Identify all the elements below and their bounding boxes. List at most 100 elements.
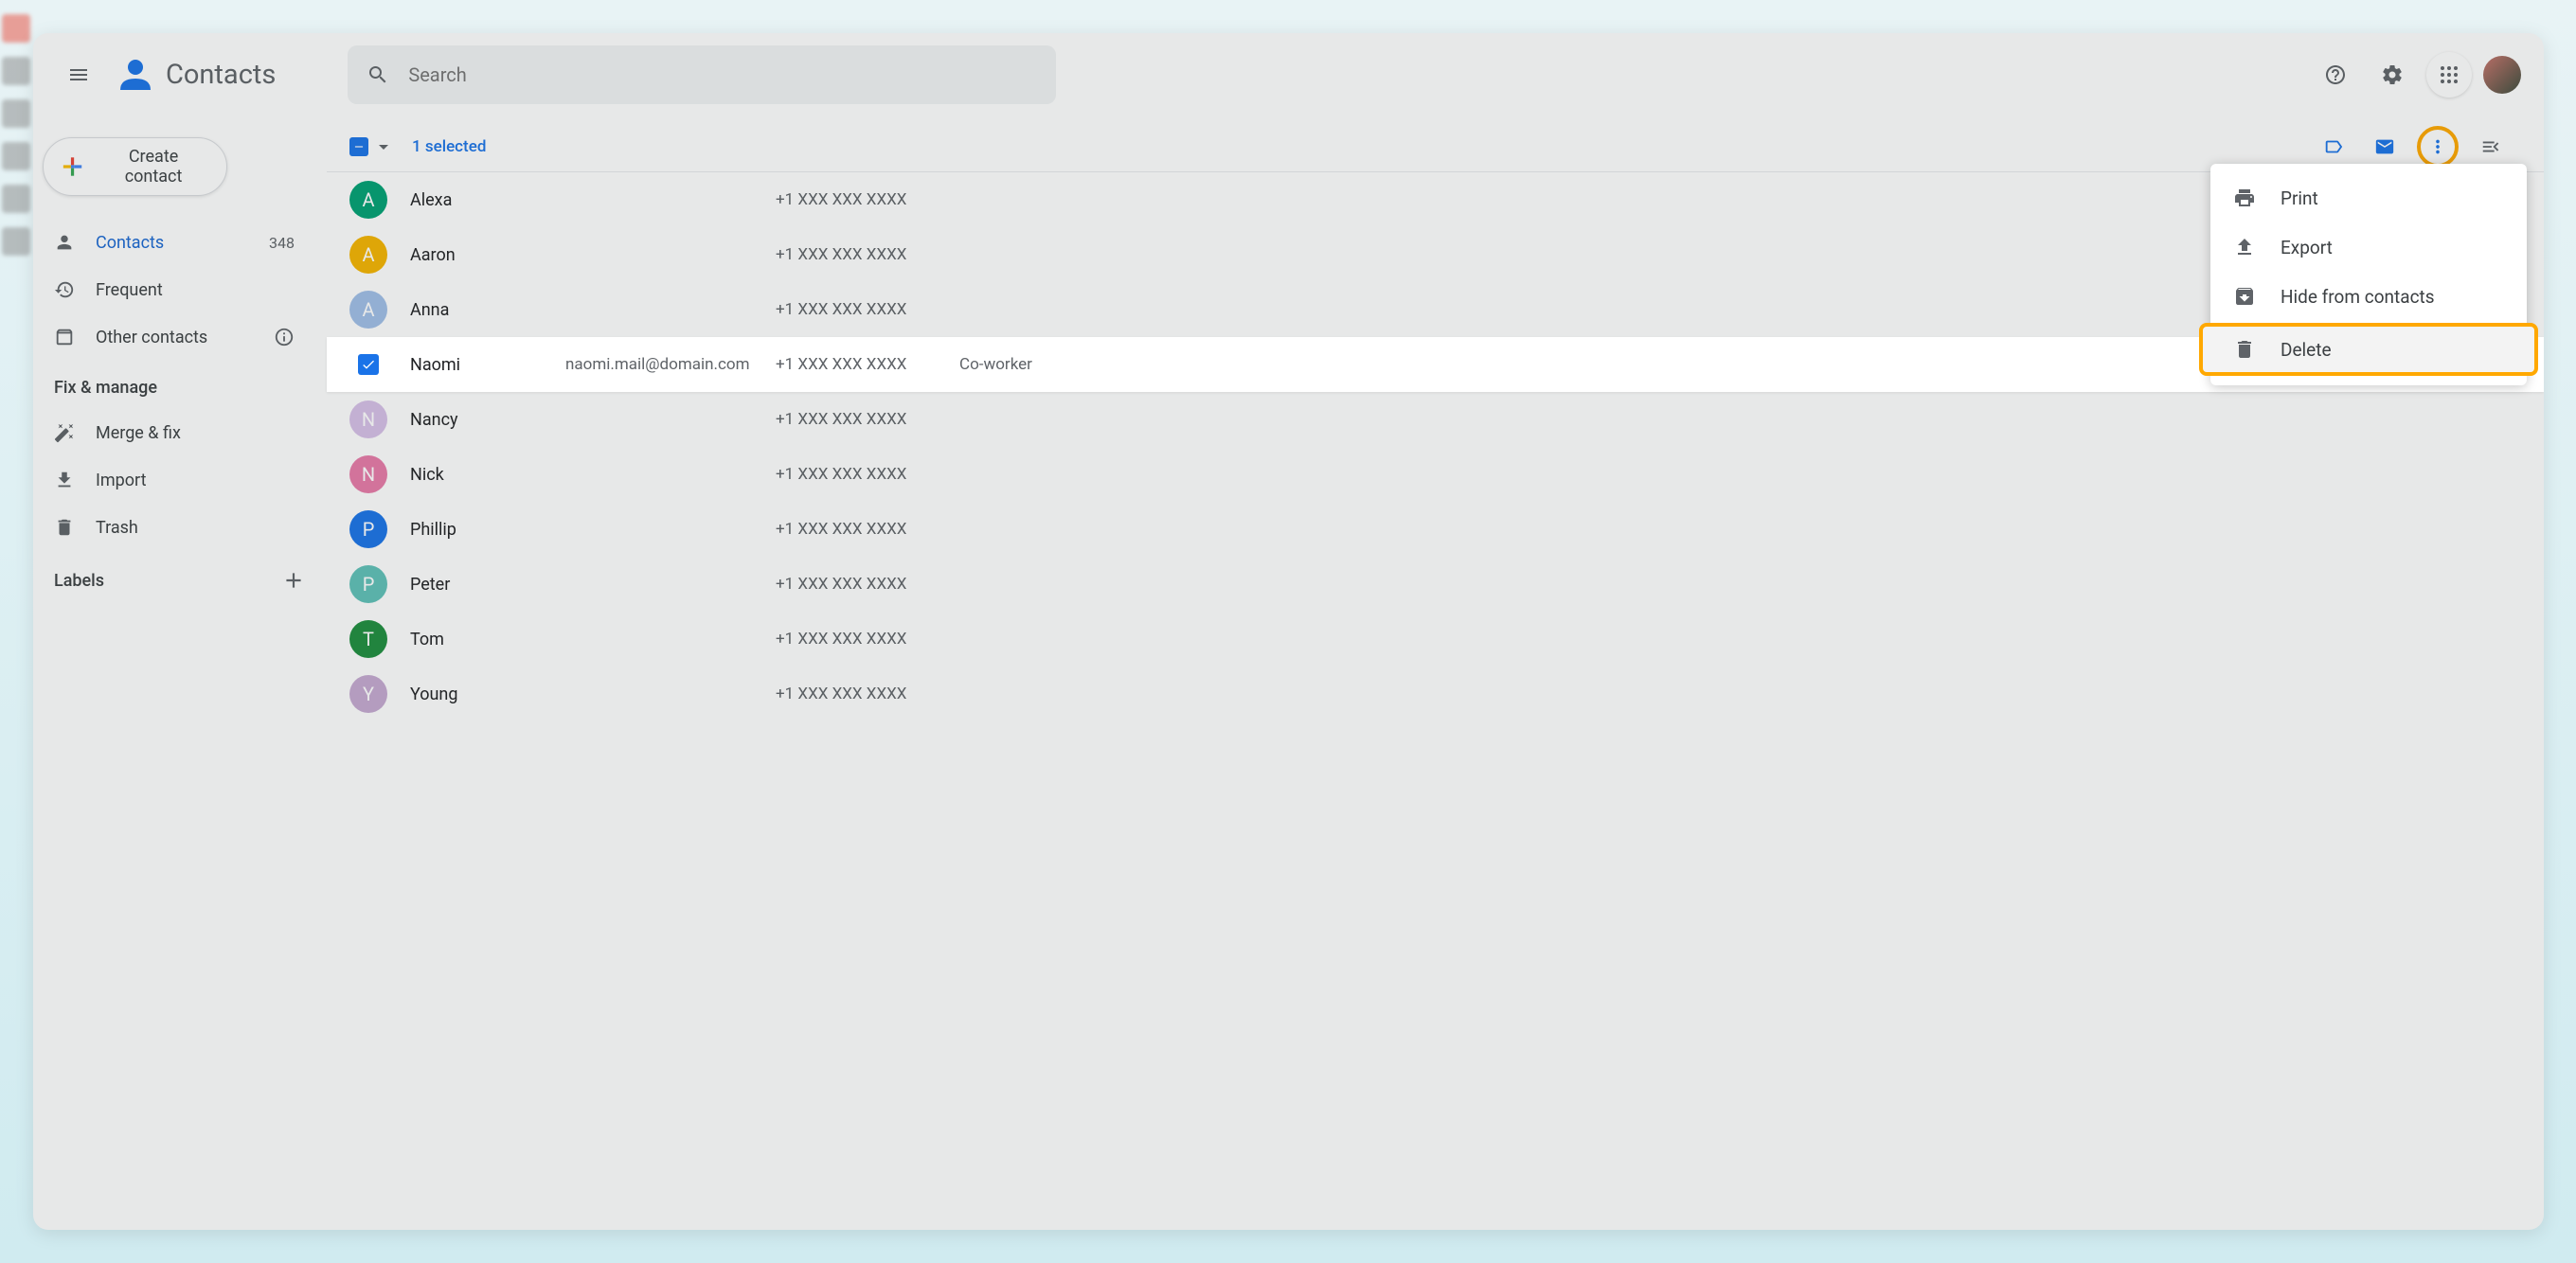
trash-icon bbox=[54, 517, 75, 538]
contact-avatar[interactable]: P bbox=[349, 565, 387, 603]
contact-name: Peter bbox=[410, 575, 543, 595]
contact-row[interactable]: P Phillip +1 XXX XXX XXXX bbox=[327, 502, 2544, 557]
label-icon bbox=[2323, 136, 2344, 157]
toggle-sidepanel-button[interactable] bbox=[2472, 128, 2510, 166]
help-icon bbox=[2324, 63, 2347, 86]
print-icon bbox=[2233, 187, 2256, 209]
contact-phone: +1 XXX XXX XXXX bbox=[776, 190, 937, 209]
app-logo: Contacts bbox=[116, 56, 276, 94]
contact-phone: +1 XXX XXX XXXX bbox=[776, 245, 937, 264]
contact-name: Naomi bbox=[410, 355, 543, 375]
contact-row[interactable]: N Nancy +1 XXX XXX XXXX bbox=[327, 392, 2544, 447]
labels-header-text: Labels bbox=[54, 571, 104, 591]
contact-name: Anna bbox=[410, 300, 543, 320]
sidebar-item-import[interactable]: Import bbox=[33, 456, 315, 504]
contacts-logo-icon bbox=[116, 56, 154, 94]
archive-icon bbox=[54, 327, 75, 347]
contact-name: Phillip bbox=[410, 520, 543, 540]
contact-phone: +1 XXX XXX XXXX bbox=[776, 575, 937, 594]
more-actions-button[interactable] bbox=[2417, 126, 2459, 168]
sidebar: Create contact Contacts 348 Frequent Oth… bbox=[33, 116, 327, 1230]
info-icon[interactable] bbox=[274, 327, 295, 347]
send-email-button[interactable] bbox=[2366, 128, 2404, 166]
check-icon bbox=[361, 357, 376, 372]
contact-name: Nancy bbox=[410, 410, 543, 430]
contact-avatar[interactable]: A bbox=[349, 291, 387, 329]
menu-hide-label: Hide from contacts bbox=[2281, 286, 2435, 308]
contact-avatar[interactable]: N bbox=[349, 455, 387, 493]
contact-avatar[interactable]: P bbox=[349, 510, 387, 548]
contact-phone: +1 XXX XXX XXXX bbox=[776, 410, 937, 429]
contact-phone: +1 XXX XXX XXXX bbox=[776, 465, 937, 484]
sidebar-other-label: Other contacts bbox=[96, 328, 207, 347]
hide-icon bbox=[2233, 285, 2256, 308]
download-icon bbox=[54, 470, 75, 490]
indeterminate-icon bbox=[352, 140, 366, 153]
search-input[interactable] bbox=[408, 63, 1037, 86]
export-icon bbox=[2233, 236, 2256, 258]
google-apps-button[interactable] bbox=[2426, 52, 2472, 98]
add-label-button[interactable] bbox=[281, 568, 306, 593]
menu-item-export[interactable]: Export bbox=[2210, 222, 2527, 272]
contact-avatar[interactable]: T bbox=[349, 620, 387, 658]
more-actions-menu: Print Export Hide from contacts Delete bbox=[2210, 164, 2527, 385]
gear-icon bbox=[2381, 63, 2404, 86]
sidebar-frequent-label: Frequent bbox=[96, 280, 163, 300]
sidebar-item-trash[interactable]: Trash bbox=[33, 504, 315, 551]
contact-name: Alexa bbox=[410, 190, 543, 210]
contact-phone: +1 XXX XXX XXXX bbox=[776, 300, 937, 319]
contact-row[interactable]: P Peter +1 XXX XXX XXXX bbox=[327, 557, 2544, 612]
delete-icon bbox=[2233, 338, 2256, 361]
main-menu-button[interactable] bbox=[56, 52, 101, 98]
history-icon bbox=[54, 279, 75, 300]
menu-item-print[interactable]: Print bbox=[2210, 173, 2527, 222]
settings-button[interactable] bbox=[2370, 52, 2415, 98]
app-header: Contacts bbox=[33, 33, 2544, 116]
contact-email: naomi.mail@domain.com bbox=[565, 355, 753, 374]
sidebar-item-merge-fix[interactable]: Merge & fix bbox=[33, 409, 315, 456]
plus-icon bbox=[59, 152, 86, 181]
contact-name: Young bbox=[410, 685, 543, 704]
contact-name: Tom bbox=[410, 630, 543, 649]
contact-row[interactable]: Y Young +1 XXX XXX XXXX bbox=[327, 667, 2544, 721]
sidebar-item-contacts[interactable]: Contacts 348 bbox=[33, 219, 315, 266]
row-checkbox-checked[interactable] bbox=[358, 354, 379, 375]
contact-phone: +1 XXX XXX XXXX bbox=[776, 520, 937, 539]
contact-avatar[interactable]: N bbox=[349, 400, 387, 438]
help-button[interactable] bbox=[2313, 52, 2358, 98]
app-title: Contacts bbox=[166, 59, 276, 91]
selected-count-text: 1 selected bbox=[412, 137, 486, 156]
menu-delete-label: Delete bbox=[2281, 339, 2332, 361]
menu-item-hide[interactable]: Hide from contacts bbox=[2210, 272, 2527, 321]
contact-avatar[interactable]: A bbox=[349, 236, 387, 274]
contacts-app-window: Contacts bbox=[33, 33, 2544, 1230]
selection-toolbar: 1 selected bbox=[327, 122, 2544, 171]
create-contact-button[interactable]: Create contact bbox=[43, 137, 227, 196]
wand-icon bbox=[54, 422, 75, 443]
menu-item-delete[interactable]: Delete bbox=[2199, 323, 2538, 376]
contact-name: Nick bbox=[410, 465, 543, 485]
manage-labels-button[interactable] bbox=[2315, 128, 2352, 166]
contact-name: Aaron bbox=[410, 245, 543, 265]
select-dropdown-button[interactable] bbox=[372, 135, 395, 158]
hamburger-icon bbox=[67, 63, 90, 86]
contacts-count: 348 bbox=[269, 234, 295, 252]
contact-avatar[interactable]: Y bbox=[349, 675, 387, 713]
search-icon bbox=[367, 63, 389, 86]
contact-row[interactable]: T Tom +1 XXX XXX XXXX bbox=[327, 612, 2544, 667]
contact-phone: +1 XXX XXX XXXX bbox=[776, 630, 937, 649]
menu-print-label: Print bbox=[2281, 187, 2318, 209]
section-labels: Labels bbox=[33, 551, 327, 604]
search-bar[interactable] bbox=[348, 45, 1056, 104]
contact-row[interactable]: N Nick +1 XXX XXX XXXX bbox=[327, 447, 2544, 502]
account-avatar[interactable] bbox=[2483, 56, 2521, 94]
sidepanel-icon bbox=[2480, 136, 2501, 157]
contact-avatar[interactable]: A bbox=[349, 181, 387, 219]
section-fix-manage: Fix & manage bbox=[33, 361, 327, 409]
sidebar-merge-label: Merge & fix bbox=[96, 423, 181, 443]
apps-grid-icon bbox=[2438, 63, 2460, 86]
contact-phone: +1 XXX XXX XXXX bbox=[776, 685, 937, 703]
sidebar-item-frequent[interactable]: Frequent bbox=[33, 266, 315, 313]
sidebar-item-other-contacts[interactable]: Other contacts bbox=[33, 313, 315, 361]
select-all-checkbox[interactable] bbox=[349, 137, 368, 156]
